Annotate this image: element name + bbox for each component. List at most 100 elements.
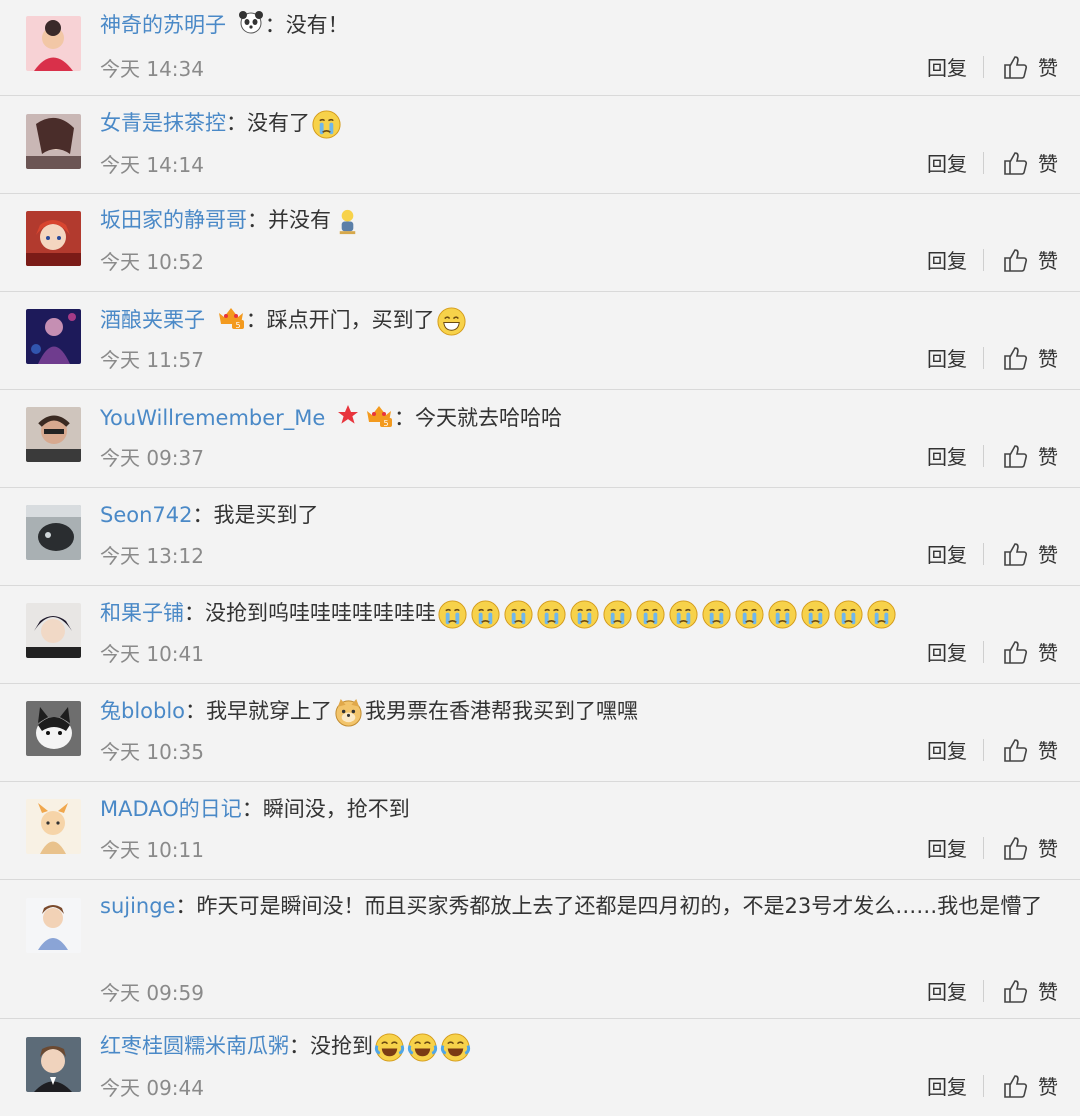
reply-button[interactable]: 回复 xyxy=(927,976,967,1005)
like-button[interactable]: 赞 xyxy=(1002,245,1058,274)
reply-button[interactable]: 回复 xyxy=(927,441,967,470)
like-button[interactable]: 赞 xyxy=(1002,441,1058,470)
vip-crown-badge: 5 xyxy=(364,402,394,436)
thumbs-up-icon xyxy=(1004,248,1028,272)
like-button[interactable]: 赞 xyxy=(1002,976,1058,1005)
thumbs-up-icon xyxy=(1004,979,1028,1003)
comment-time: 今天 10:11 xyxy=(100,838,204,862)
list-item: 红枣桂圆糯米南瓜粥：没抢到 今天 09:44 回复 赞 xyxy=(0,1019,1080,1116)
avatar[interactable] xyxy=(26,898,81,953)
thumbs-up-icon xyxy=(1004,542,1028,566)
comment-time: 今天 14:34 xyxy=(100,57,204,81)
avatar[interactable] xyxy=(26,16,81,71)
like-button[interactable]: 赞 xyxy=(1002,343,1058,372)
crying-emoji xyxy=(834,599,863,629)
like-button[interactable]: 赞 xyxy=(1002,833,1058,862)
like-label: 赞 xyxy=(1038,739,1058,763)
username-link[interactable]: 坂田家的静哥哥 xyxy=(100,208,247,232)
like-button[interactable]: 赞 xyxy=(1002,539,1058,568)
list-item: 女青是抹茶控：没有了 今天 14:14 回复 赞 xyxy=(0,96,1080,194)
like-button[interactable]: 赞 xyxy=(1002,735,1058,764)
comment-actions: 回复 赞 xyxy=(927,1071,1058,1100)
thumbs-up-icon xyxy=(1004,836,1028,860)
username-link[interactable]: 女青是抹茶控 xyxy=(100,111,226,135)
svg-text:5: 5 xyxy=(384,419,389,428)
comment-text: 没抢到 xyxy=(310,1034,373,1058)
username-link[interactable]: 兔bloblo xyxy=(100,699,185,723)
avatar[interactable] xyxy=(26,799,81,854)
username-link[interactable]: 和果子铺 xyxy=(100,601,184,625)
like-label: 赞 xyxy=(1038,152,1058,176)
username-link[interactable]: 红枣桂圆糯米南瓜粥 xyxy=(100,1034,289,1058)
comment-actions: 回复 赞 xyxy=(927,539,1058,568)
comment-text: 我是买到了 xyxy=(213,503,319,527)
emoji-group xyxy=(373,1032,472,1062)
list-item: 坂田家的静哥哥：并没有 今天 10:52 回复 赞 xyxy=(0,194,1080,292)
comment-actions: 回复 赞 xyxy=(927,637,1058,666)
username-link[interactable]: 神奇的苏明子 xyxy=(100,13,226,37)
crying-emoji xyxy=(471,599,500,629)
username-link[interactable]: YouWillremember_Me xyxy=(100,406,325,430)
crying-emoji xyxy=(669,599,698,629)
comment-time: 今天 11:57 xyxy=(100,348,204,372)
like-button[interactable]: 赞 xyxy=(1002,637,1058,666)
avatar[interactable] xyxy=(26,1037,81,1092)
avatar[interactable] xyxy=(26,603,81,658)
comment-text-continued: 我男票在香港帮我买到了嘿嘿 xyxy=(365,699,639,723)
comment-line: 兔bloblo：我早就穿上了 我男票在香港帮我买到了嘿嘿 xyxy=(100,696,1060,728)
reply-button[interactable]: 回复 xyxy=(927,637,967,666)
list-item: 神奇的苏明子 ：没有！ 今天 14:34 回复 赞 xyxy=(0,0,1080,96)
comment-time: 今天 09:37 xyxy=(100,446,204,470)
grinning-emoji xyxy=(437,306,466,336)
like-button[interactable]: 赞 xyxy=(1002,1071,1058,1100)
reply-button[interactable]: 回复 xyxy=(927,539,967,568)
reply-button[interactable]: 回复 xyxy=(927,343,967,372)
reply-button[interactable]: 回复 xyxy=(927,148,967,177)
divider xyxy=(983,738,984,761)
thumbs-up-icon xyxy=(1004,346,1028,370)
list-item: 和果子铺：没抢到呜哇哇哇哇哇哇哇 今天 10:41 回复 赞 xyxy=(0,586,1080,684)
like-label: 赞 xyxy=(1038,1075,1058,1099)
username-link[interactable]: sujinge xyxy=(100,894,175,918)
like-button[interactable]: 赞 xyxy=(1002,148,1058,177)
divider xyxy=(983,542,984,565)
laugh-cry-emoji xyxy=(407,1032,438,1062)
reply-button[interactable]: 回复 xyxy=(927,245,967,274)
avatar[interactable] xyxy=(26,407,81,462)
avatar[interactable] xyxy=(26,309,81,364)
avatar[interactable] xyxy=(26,114,81,169)
avatar[interactable] xyxy=(26,211,81,266)
thumbs-up-icon xyxy=(1004,151,1028,175)
svg-text:5: 5 xyxy=(235,321,240,330)
vip-crown-badge: 5 xyxy=(216,304,246,338)
username-link[interactable]: Seon742 xyxy=(100,503,193,527)
crying-emoji xyxy=(570,599,599,629)
avatar[interactable] xyxy=(26,505,81,560)
comment-actions: 回复 赞 xyxy=(927,833,1058,862)
reply-button[interactable]: 回复 xyxy=(927,1071,967,1100)
red-star-icon xyxy=(336,403,360,435)
like-label: 赞 xyxy=(1038,837,1058,861)
username-link[interactable]: MADAO的日记 xyxy=(100,797,242,821)
sitting-figure-emoji xyxy=(339,209,356,234)
reply-button[interactable]: 回复 xyxy=(927,52,967,81)
list-item: 酒酿夹栗子 5 ：踩点开门，买到了 今天 11:57 回复 赞 xyxy=(0,292,1080,390)
like-button[interactable]: 赞 xyxy=(1002,52,1058,81)
reply-button[interactable]: 回复 xyxy=(927,833,967,862)
comment-time: 今天 10:41 xyxy=(100,642,204,666)
comment-actions: 回复 赞 xyxy=(927,245,1058,274)
crying-emoji xyxy=(702,599,731,629)
laugh-cry-emoji xyxy=(374,1032,405,1062)
comment-text: 没有！ xyxy=(285,13,349,37)
comment-time: 今天 13:12 xyxy=(100,544,204,568)
panda-icon xyxy=(237,10,265,42)
like-label: 赞 xyxy=(1038,980,1058,1004)
list-item: YouWillremember_Me 5 ：今天就去哈哈哈 今天 09:37 回复… xyxy=(0,390,1080,488)
divider xyxy=(983,151,984,174)
comment-line: 红枣桂圆糯米南瓜粥：没抢到 xyxy=(100,1031,1060,1063)
comment-line: 坂田家的静哥哥：并没有 xyxy=(100,205,1060,237)
username-link[interactable]: 酒酿夹栗子 xyxy=(100,308,205,332)
avatar[interactable] xyxy=(26,701,81,756)
comment-actions: 回复 赞 xyxy=(927,343,1058,372)
reply-button[interactable]: 回复 xyxy=(927,735,967,764)
